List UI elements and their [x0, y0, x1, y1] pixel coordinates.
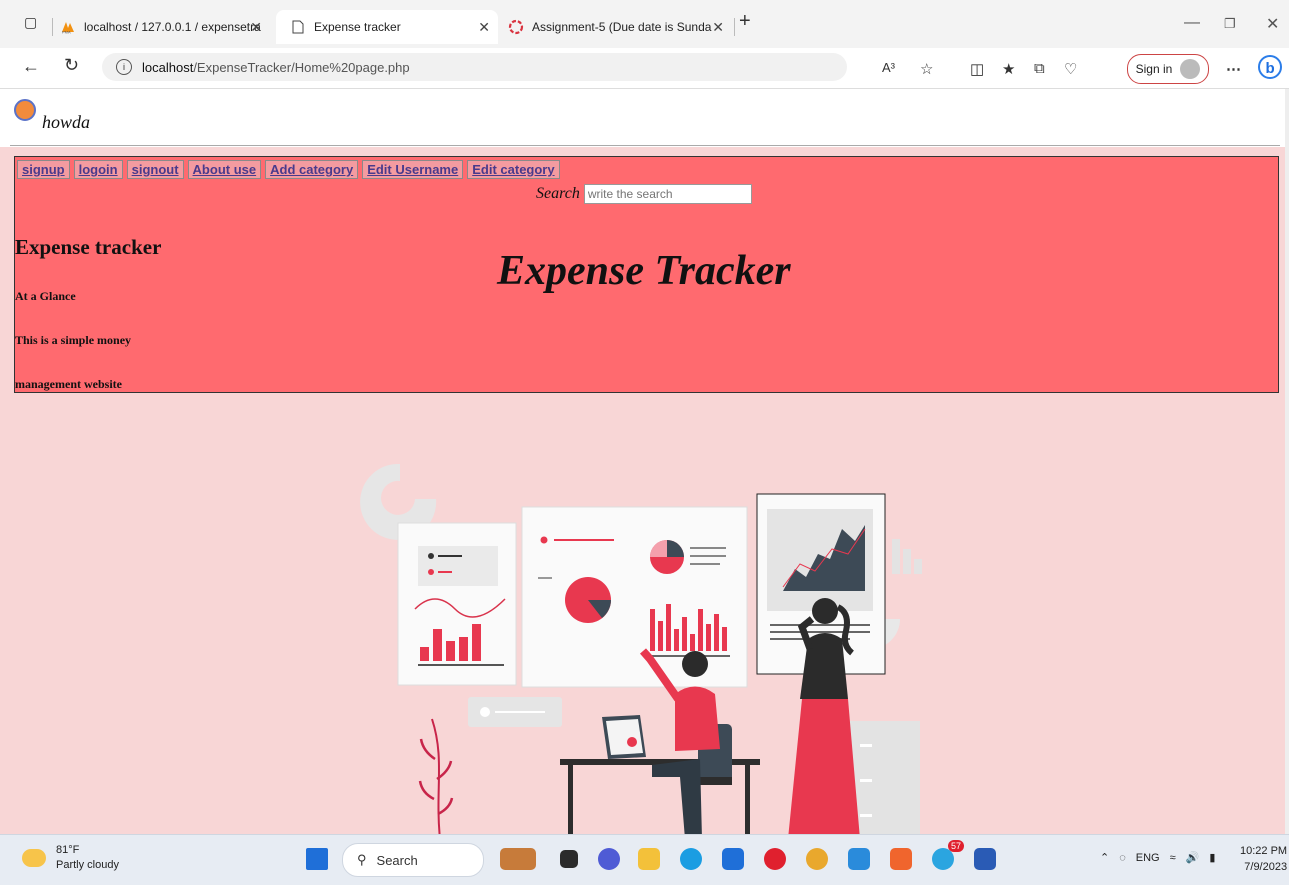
site-info-icon[interactable]: i — [116, 59, 132, 75]
description-line-2: management website — [15, 377, 122, 391]
address-bar[interactable]: i localhost/ExpenseTracker/Home%20page.p… — [102, 53, 847, 81]
tab-assignment[interactable]: Assignment-5 (Due date is Sunda ✕ — [508, 10, 732, 44]
search-label: Search — [536, 185, 580, 202]
weather-temp: 81°F — [56, 844, 80, 856]
close-tab-icon[interactable]: ✕ — [478, 19, 490, 36]
taskbar: 81°F Partly cloudy ⚲ Search 57 ⌃ ◌ ENG ≈… — [0, 834, 1289, 885]
sign-in-label: Sign in — [1135, 62, 1173, 76]
user-row: howda — [0, 89, 1289, 147]
page-icon — [290, 19, 306, 35]
taskbar-search-label: Search — [376, 852, 418, 868]
task-view-icon[interactable] — [560, 850, 578, 868]
at-a-glance: At a Glance — [15, 289, 76, 303]
clock-date: 7/9/2023 — [1244, 861, 1288, 873]
clock[interactable]: 10:22 PM 7/9/2023 — [1240, 843, 1287, 875]
clock-time: 10:22 PM — [1240, 845, 1288, 857]
wifi-icon[interactable]: ≈ — [1170, 852, 1176, 864]
close-tab-icon[interactable]: ✕ — [250, 19, 262, 36]
web-page: howda signup logoin signout About use Ad… — [0, 89, 1289, 834]
weather-widget[interactable]: 81°F Partly cloudy — [22, 843, 119, 873]
system-tray: ⌃ ◌ ENG ≈ 🔊 ▮ — [1100, 851, 1215, 865]
profile-avatar-icon — [1180, 59, 1201, 79]
teams-chat-icon[interactable] — [598, 848, 620, 870]
browser-tab-bar: ▢ PMA localhost / 127.0.0.1 / expensetra… — [0, 0, 1289, 48]
loading-icon — [508, 19, 524, 35]
microsoft-store-icon[interactable] — [722, 848, 744, 870]
menu-signout[interactable]: signout — [126, 160, 184, 179]
tab-actions-icon[interactable]: ▢ — [24, 14, 37, 31]
svg-text:PMA: PMA — [62, 30, 71, 35]
network-icon[interactable]: ◌ — [1119, 852, 1126, 864]
edge-browser-icon[interactable] — [680, 848, 702, 870]
menu-add-category[interactable]: Add category — [265, 160, 359, 179]
opera-icon[interactable] — [764, 848, 786, 870]
more-options-icon[interactable]: ⋯ — [1226, 60, 1241, 78]
word-icon[interactable] — [974, 848, 996, 870]
page-title: Expense Tracker — [497, 248, 791, 294]
menu-signup[interactable]: signup — [17, 160, 70, 179]
favorite-star-icon[interactable]: ☆ — [920, 60, 933, 78]
battery-icon[interactable]: ▮ — [1209, 851, 1215, 864]
search-box: Search — [536, 184, 752, 204]
notification-badge: 57 — [948, 840, 965, 852]
search-input[interactable] — [583, 184, 752, 204]
tab-label: localhost / 127.0.0.1 / expensetra — [84, 20, 261, 34]
browser-essentials-icon[interactable]: ♡ — [1064, 60, 1077, 78]
header-banner: signup logoin signout About use Add cate… — [14, 156, 1279, 393]
tab-expense-tracker[interactable]: Expense tracker ✕ — [276, 10, 498, 44]
read-aloud-icon[interactable]: A³ — [882, 60, 895, 75]
widgets-icon[interactable] — [500, 848, 536, 870]
chevron-up-icon[interactable]: ⌃ — [1100, 851, 1109, 864]
volume-icon[interactable]: 🔊 — [1186, 851, 1200, 864]
sign-in-button[interactable]: Sign in — [1127, 54, 1209, 84]
divider — [10, 145, 1280, 146]
partly-cloudy-icon — [22, 849, 46, 867]
bing-copilot-icon[interactable]: b — [1258, 54, 1282, 84]
description-line-1: This is a simple money — [15, 333, 132, 347]
top-menu: signup logoin signout About use Add cate… — [17, 160, 564, 179]
close-window-icon[interactable]: ✕ — [1266, 14, 1279, 34]
search-icon: ⚲ — [357, 852, 367, 867]
back-icon[interactable]: ← — [22, 56, 40, 77]
svg-text:b: b — [1266, 60, 1275, 77]
split-screen-icon[interactable]: ◫ — [970, 60, 984, 78]
dashboard-illustration — [360, 463, 922, 834]
menu-about[interactable]: About use — [187, 160, 262, 179]
user-avatar-icon — [14, 99, 36, 121]
favorites-icon[interactable]: ★ — [1002, 60, 1015, 78]
menu-login[interactable]: logoin — [73, 160, 123, 179]
phpmyadmin-icon: PMA — [60, 19, 76, 35]
windows-start-icon[interactable] — [306, 848, 328, 870]
page-scrollbar[interactable] — [1285, 89, 1289, 834]
xampp-icon[interactable] — [890, 848, 912, 870]
file-explorer-icon[interactable] — [638, 848, 660, 870]
language-indicator[interactable]: ENG — [1136, 852, 1160, 864]
url-host: localhost — [142, 59, 194, 75]
menu-edit-category[interactable]: Edit category — [467, 160, 560, 179]
site-heading: Expense tracker — [15, 235, 162, 259]
chrome-icon[interactable] — [806, 848, 828, 870]
menu-edit-username[interactable]: Edit Username — [362, 160, 464, 179]
refresh-icon[interactable]: ↻ — [64, 55, 79, 76]
tab-label: Assignment-5 (Due date is Sunda — [532, 20, 712, 34]
taskbar-search[interactable]: ⚲ Search — [342, 843, 484, 877]
close-tab-icon[interactable]: ✕ — [712, 19, 724, 36]
collections-icon[interactable]: ⧉ — [1034, 60, 1045, 77]
url-path: /ExpenseTracker/Home%20page.php — [193, 59, 410, 75]
restore-icon[interactable]: ❐ — [1224, 16, 1236, 32]
tab-phpmyadmin[interactable]: PMA localhost / 127.0.0.1 / expensetra ✕ — [60, 10, 270, 44]
vscode-icon[interactable] — [848, 848, 870, 870]
minimize-icon[interactable]: — — [1184, 14, 1200, 32]
tab-label: Expense tracker — [314, 20, 401, 34]
weather-desc: Partly cloudy — [56, 859, 119, 871]
username: howda — [42, 112, 91, 132]
new-tab-icon[interactable]: + — [739, 10, 751, 33]
